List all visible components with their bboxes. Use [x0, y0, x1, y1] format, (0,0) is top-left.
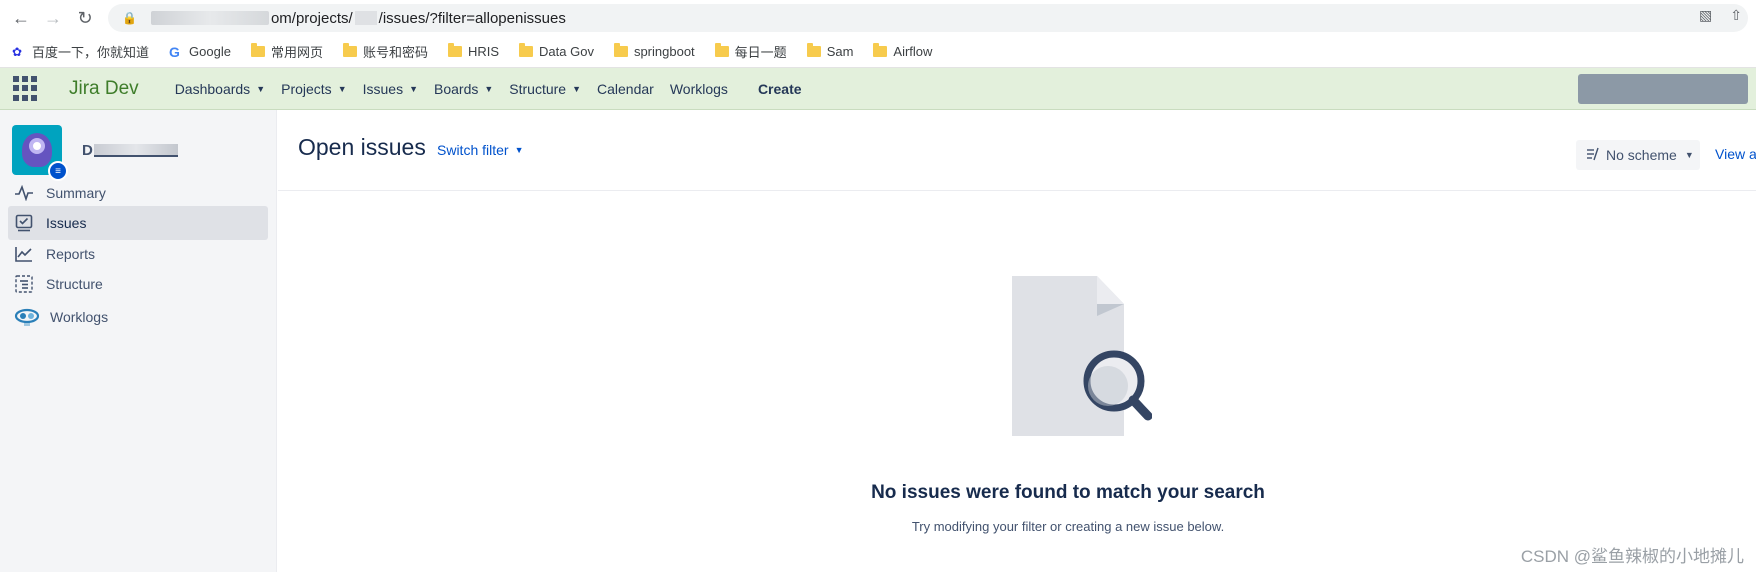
nav-projects[interactable]: Projects ▼: [281, 81, 347, 97]
baidu-icon: ✿: [12, 44, 23, 59]
bookmarks-bar: ✿ 百度一下，你就知道 G Google 常用网页 账号和密码 HRIS Dat…: [0, 36, 1756, 68]
app-switcher-icon[interactable]: [13, 75, 39, 102]
url-redacted-host: [150, 11, 269, 25]
chevron-down-icon: ▼: [256, 83, 266, 94]
project-sidebar: ≡ D Summary Issues Reports Structure Wor…: [0, 110, 277, 572]
jira-top-nav: Jira Dev Dashboards ▼ Projects ▼ Issues ▼ B…: [0, 68, 1756, 110]
bookmark-baidu[interactable]: ✿ 百度一下，你就知道: [12, 42, 149, 61]
nav-boards[interactable]: Boards ▼: [434, 81, 493, 97]
folder-icon: [806, 43, 821, 57]
sidebar-item-label: Structure: [46, 276, 103, 292]
structure-icon: [14, 274, 34, 294]
folder-icon: [714, 43, 729, 57]
project-avatar: ≡: [12, 125, 68, 181]
nav-dashboards[interactable]: Dashboards ▼: [175, 81, 265, 97]
url-redacted-key: [354, 11, 377, 25]
page-title: Open issues: [298, 134, 426, 160]
bookmark-google[interactable]: G Google: [169, 44, 231, 60]
bookmark-folder-datagov[interactable]: Data Gov: [519, 43, 594, 59]
main-content: Open issues Switch filter ▼ No scheme ▼ V…: [278, 110, 1756, 572]
bookmark-folder-airflow[interactable]: Airflow: [873, 43, 933, 59]
scheme-icon: [1586, 147, 1600, 164]
google-icon: G: [169, 43, 180, 60]
bookmark-folder-hris[interactable]: HRIS: [447, 43, 500, 59]
chevron-down-icon: ▼: [1684, 150, 1694, 160]
sidebar-item-worklogs[interactable]: Worklogs: [8, 300, 268, 334]
chevron-down-icon: ▼: [484, 83, 494, 94]
url-input[interactable]: 🔒 om/projects/ /issues/?filter=allopenis…: [108, 4, 1748, 32]
bookmark-label: Sam: [826, 44, 854, 59]
search-input[interactable]: [1578, 74, 1748, 104]
folder-icon: [873, 43, 888, 57]
url-path: /issues/?filter=allopenissues: [378, 9, 566, 27]
sidebar-item-label: Summary: [46, 185, 106, 201]
sidebar-item-reports[interactable]: Reports: [8, 237, 268, 271]
folder-icon: [613, 43, 628, 57]
bookmark-label: 常用网页: [270, 45, 323, 60]
nav-calendar[interactable]: Calendar: [597, 81, 654, 97]
worklogs-icon: [14, 307, 40, 327]
sidebar-item-label: Worklogs: [50, 309, 109, 325]
bookmark-label: 账号和密码: [362, 45, 428, 60]
project-header[interactable]: ≡ D: [12, 125, 178, 181]
bookmark-label: Google: [189, 44, 231, 59]
jira-logo[interactable]: Jira Dev: [69, 78, 139, 100]
browser-address-bar: ← → ↻ 🔒 om/projects/ /issues/?filter=all…: [0, 0, 1756, 36]
bookmark-folder-sam[interactable]: Sam: [806, 43, 854, 59]
scheme-dropdown[interactable]: No scheme ▼: [1576, 140, 1700, 170]
nav-structure[interactable]: Structure ▼: [509, 81, 581, 97]
bookmark-label: springboot: [633, 44, 695, 59]
share-icon[interactable]: ⇧: [1730, 7, 1742, 24]
chevron-down-icon: ▼: [409, 83, 418, 94]
nav-issues[interactable]: Issues ▼: [363, 81, 418, 97]
create-button[interactable]: Create: [758, 81, 802, 97]
sidebar-item-summary[interactable]: Summary: [8, 176, 268, 210]
bookmark-label: 每日一题: [734, 45, 787, 60]
nav-worklogs[interactable]: Worklogs: [670, 81, 728, 97]
forward-arrow-icon[interactable]: →: [42, 7, 64, 29]
sidebar-item-label: Issues: [46, 215, 87, 231]
project-name-redacted: [93, 143, 178, 157]
bookmark-label: Data Gov: [539, 44, 594, 59]
back-arrow-icon[interactable]: ←: [10, 7, 32, 29]
bookmark-folder-common[interactable]: 常用网页: [250, 42, 323, 61]
sidebar-item-issues[interactable]: Issues: [8, 206, 268, 240]
chevron-down-icon: ▼: [514, 145, 524, 155]
project-name[interactable]: D: [82, 142, 178, 159]
header-divider: [278, 190, 1756, 191]
switch-filter-button[interactable]: Switch filter ▼: [437, 142, 524, 158]
sidebar-item-structure[interactable]: Structure: [8, 267, 268, 301]
empty-state-subtitle: Try modifying your filter or creating a …: [911, 519, 1225, 534]
bookmark-folder-accounts[interactable]: 账号和密码: [342, 42, 428, 61]
folder-icon: [447, 43, 462, 57]
chevron-down-icon: ▼: [337, 83, 347, 94]
bookmark-label: 百度一下，你就知道: [32, 45, 150, 60]
bookmark-label: HRIS: [467, 44, 500, 59]
empty-search-illustration: [1012, 276, 1152, 436]
url-host-tail: om/projects/: [270, 9, 353, 27]
bookmark-label: Airflow: [893, 44, 933, 59]
reload-icon[interactable]: ↻: [74, 7, 96, 29]
bookmark-folder-daily[interactable]: 每日一题: [714, 42, 787, 61]
view-all-link[interactable]: View a: [1715, 146, 1756, 162]
sidebar-item-label: Reports: [46, 246, 96, 262]
bookmark-folder-springboot[interactable]: springboot: [613, 43, 695, 59]
issues-icon: [14, 213, 34, 233]
translate-icon[interactable]: ▧: [1699, 7, 1712, 24]
chevron-down-icon: ▼: [572, 83, 582, 94]
folder-icon: [342, 43, 357, 57]
chart-icon: [14, 244, 34, 264]
folder-icon: [519, 43, 534, 57]
pulse-icon: [14, 183, 34, 203]
folder-icon: [250, 43, 265, 57]
csdn-watermark: CSDN @鲨鱼辣椒的小地摊儿: [1520, 547, 1744, 566]
lock-icon: 🔒: [122, 11, 137, 25]
empty-state-title: No issues were found to match your searc…: [871, 482, 1265, 503]
scheme-label: No scheme: [1606, 147, 1677, 163]
